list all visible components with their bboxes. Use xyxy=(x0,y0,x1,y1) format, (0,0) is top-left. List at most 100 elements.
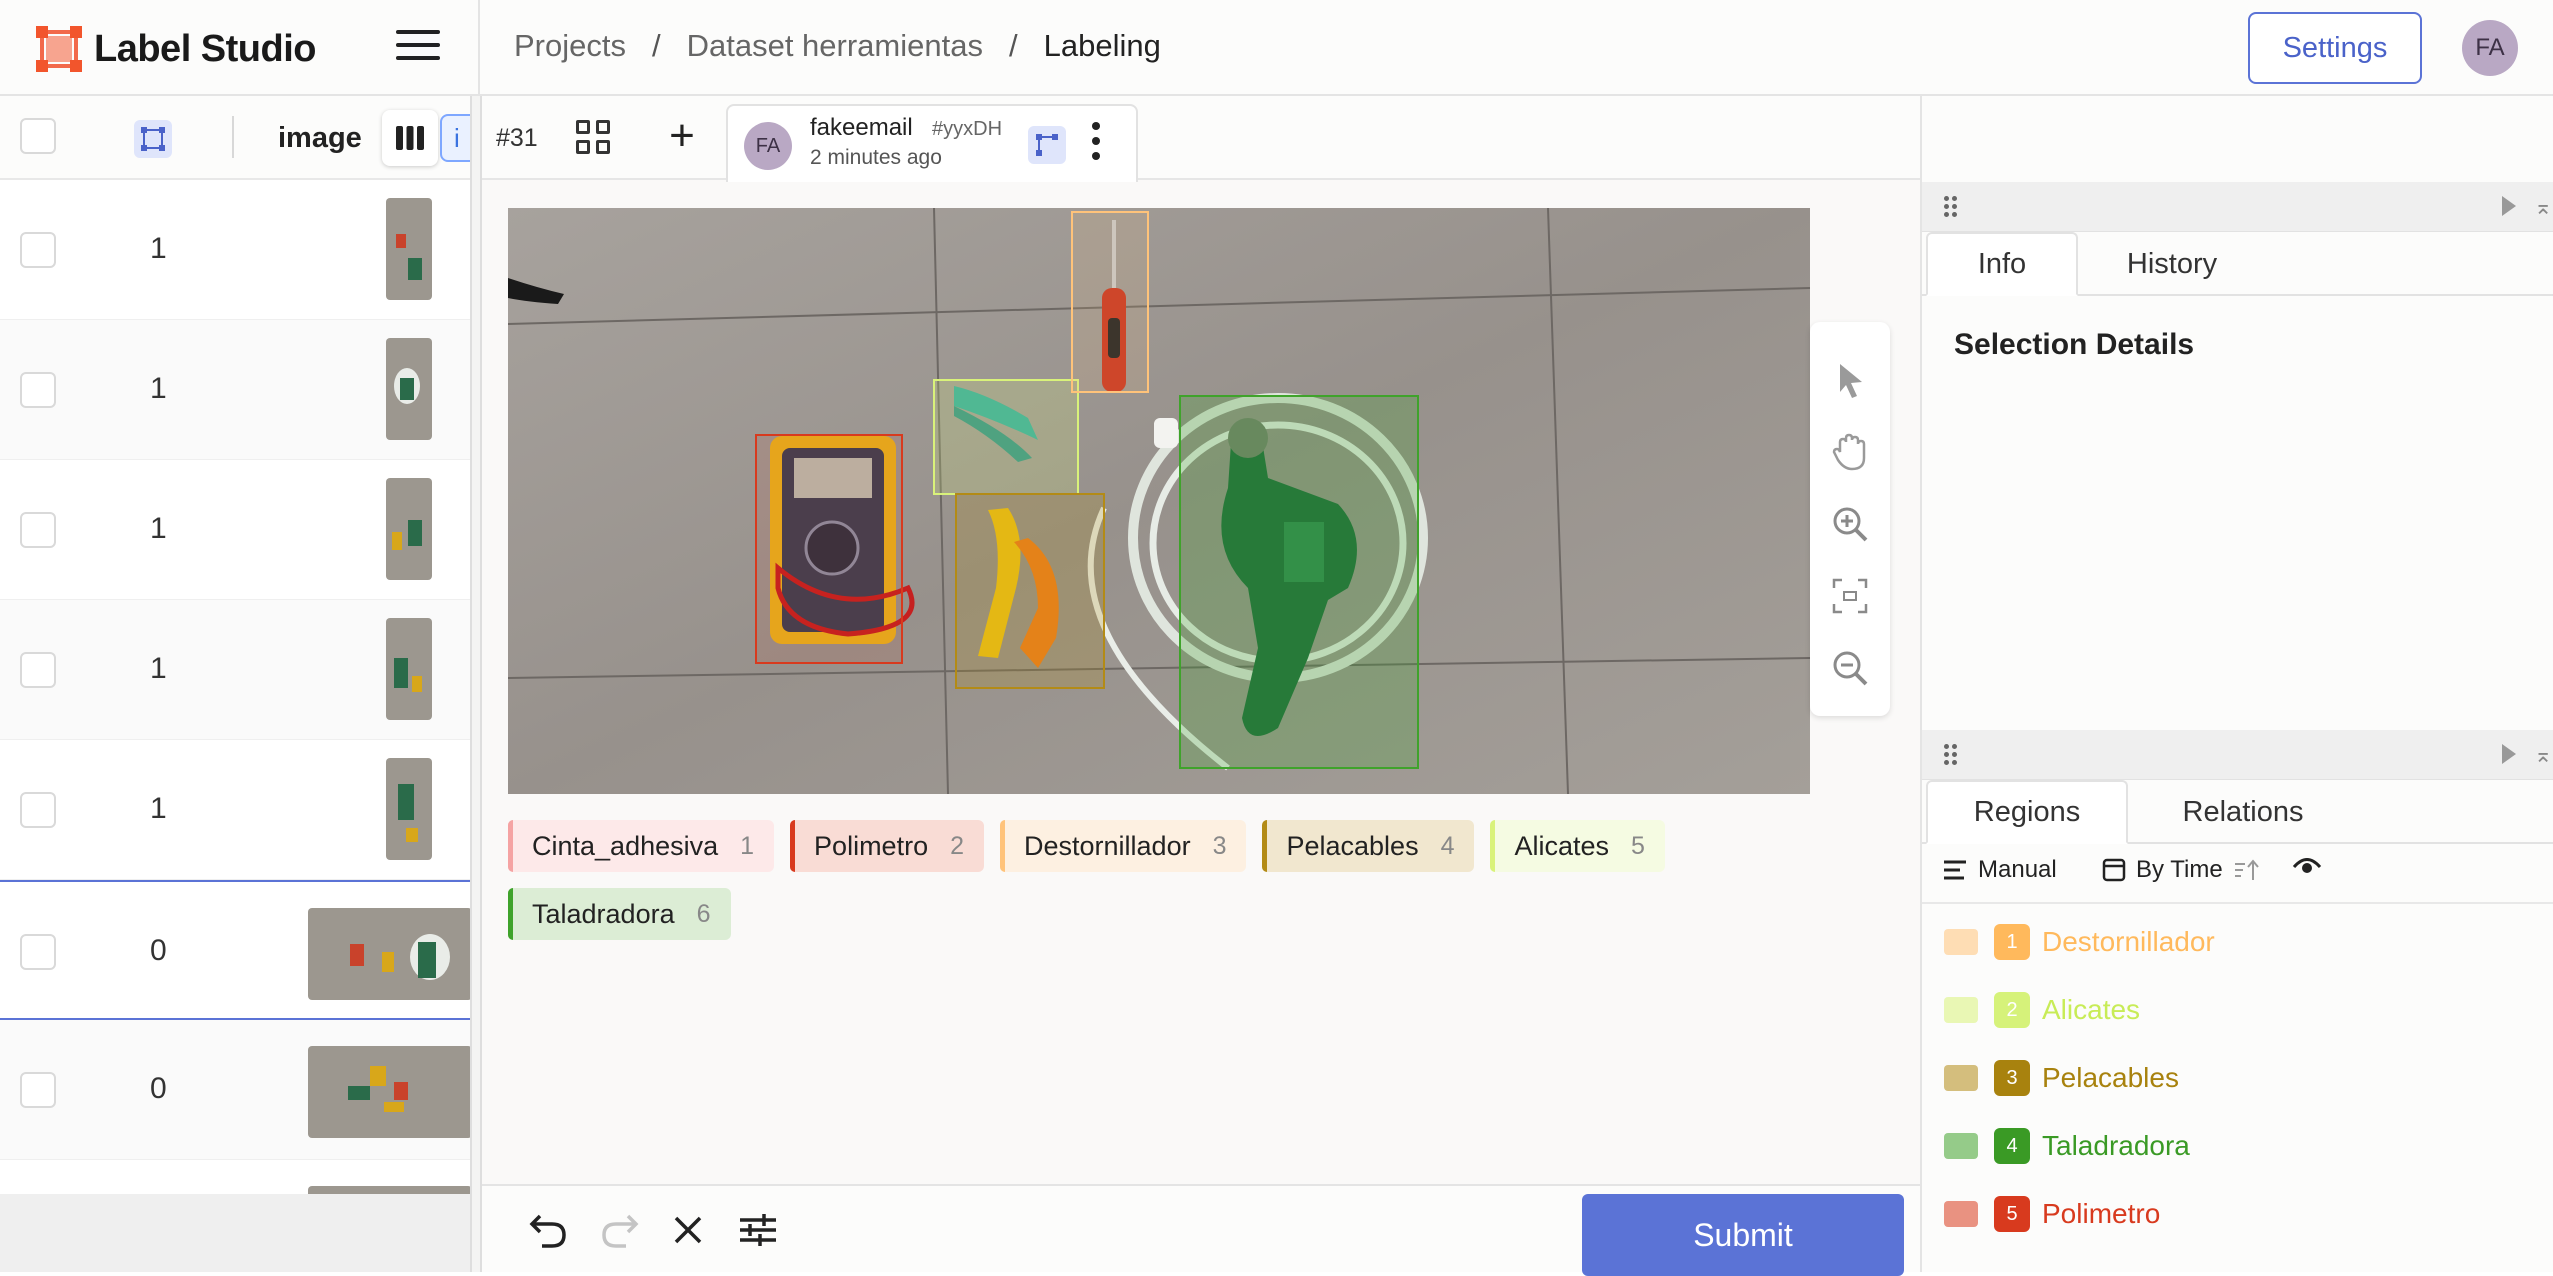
info-tabs: Info History xyxy=(1922,232,2553,296)
row-checkbox[interactable] xyxy=(20,232,56,268)
reset-close-icon[interactable] xyxy=(666,1208,710,1252)
zoom-out-icon[interactable] xyxy=(1830,648,1870,688)
label-taladradora[interactable]: Taladradora 6 xyxy=(508,888,731,940)
settings-sliders-icon[interactable] xyxy=(736,1208,780,1252)
tab-info[interactable]: Info xyxy=(1926,232,2078,296)
region-number: 5 xyxy=(1994,1196,2030,1232)
bottom-action-bar: Submit xyxy=(482,1184,1920,1276)
visibility-eye-icon[interactable] xyxy=(2292,856,2322,878)
hamburger-menu-icon[interactable] xyxy=(396,30,440,66)
regions-panel-grip[interactable]: ⌅ xyxy=(1922,730,2553,780)
row-checkbox[interactable] xyxy=(20,512,56,548)
task-row-selected[interactable]: 0 xyxy=(0,880,470,1020)
row-checkbox[interactable] xyxy=(20,934,56,970)
task-thumbnail xyxy=(386,758,432,860)
settings-button[interactable]: Settings xyxy=(2248,12,2422,84)
expand-panel-icon[interactable] xyxy=(2502,196,2516,216)
label-hotkey: 1 xyxy=(740,831,755,860)
labeling-area: #31 + FA fakeemail #yyxDH 2 minutes ago xyxy=(482,96,1920,1276)
region-item[interactable]: 4 Taladradora xyxy=(1944,1126,2190,1166)
row-checkbox[interactable] xyxy=(20,372,56,408)
label-polimetro[interactable]: Polimetro 2 xyxy=(790,820,984,872)
breadcrumb-dataset[interactable]: Dataset herramientas xyxy=(687,28,983,64)
breadcrumb: Projects / Dataset herramientas / Labeli… xyxy=(514,28,1161,64)
task-thumbnail xyxy=(386,198,432,300)
label-hotkey: 6 xyxy=(696,899,711,928)
label-alicates[interactable]: Alicates 5 xyxy=(1490,820,1665,872)
label-hotkey: 4 xyxy=(1440,831,1455,860)
row-checkbox[interactable] xyxy=(20,652,56,688)
list-view-toggle[interactable]: i xyxy=(440,114,470,162)
annotation-count: 1 xyxy=(150,372,167,405)
drag-handle-icon[interactable] xyxy=(1944,196,1958,218)
collapse-panel-icon[interactable]: ⌅ xyxy=(2534,742,2552,768)
bbox-pelacables[interactable] xyxy=(955,493,1105,689)
pan-hand-icon[interactable] xyxy=(1830,432,1870,472)
app-logo[interactable]: Label Studio xyxy=(36,26,317,72)
region-label: Polimetro xyxy=(2042,1198,2161,1229)
order-manual-button[interactable]: Manual xyxy=(1944,856,2057,884)
breadcrumb-projects[interactable]: Projects xyxy=(514,28,626,64)
task-thumbnail xyxy=(386,338,432,440)
region-item[interactable]: 2 Alicates xyxy=(1944,990,2140,1030)
region-item[interactable]: 3 Pelacables xyxy=(1944,1058,2179,1098)
info-panel-grip[interactable]: ⌅ xyxy=(1922,182,2553,232)
task-row[interactable]: 1 xyxy=(0,460,470,600)
tab-regions[interactable]: Regions xyxy=(1926,780,2128,844)
undo-icon[interactable] xyxy=(528,1208,572,1252)
bbox-destornillador[interactable] xyxy=(1071,211,1149,393)
sort-direction-icon[interactable] xyxy=(2233,858,2261,882)
task-row[interactable]: 1 xyxy=(0,740,470,880)
fit-to-screen-icon[interactable] xyxy=(1830,576,1870,616)
redo-icon[interactable] xyxy=(596,1208,640,1252)
image-canvas[interactable] xyxy=(508,208,1810,794)
submit-button[interactable]: Submit xyxy=(1582,1194,1904,1276)
bbox-alicates[interactable] xyxy=(933,379,1079,495)
label-pelacables[interactable]: Pelacables 4 xyxy=(1262,820,1475,872)
task-list-header: image i xyxy=(0,96,470,180)
panel-resize-handle[interactable] xyxy=(470,96,482,1272)
header-divider xyxy=(478,0,480,96)
label-name: Pelacables xyxy=(1286,830,1419,861)
tab-history[interactable]: History xyxy=(2082,232,2262,296)
task-row[interactable]: 1 xyxy=(0,600,470,740)
task-row[interactable]: 1 xyxy=(0,180,470,320)
task-id: #31 xyxy=(496,124,538,152)
select-all-checkbox[interactable] xyxy=(20,118,56,154)
add-annotation-icon[interactable]: + xyxy=(662,114,702,158)
expand-panel-icon[interactable] xyxy=(2502,744,2516,764)
select-cursor-icon[interactable] xyxy=(1830,360,1870,400)
label-studio-logo-icon xyxy=(36,26,82,72)
column-header-image[interactable]: image xyxy=(278,122,362,155)
grid-view-icon[interactable] xyxy=(574,118,614,158)
annotations-column-icon xyxy=(134,120,172,158)
row-checkbox[interactable] xyxy=(20,1072,56,1108)
task-thumbnail xyxy=(386,478,432,580)
zoom-in-icon[interactable] xyxy=(1830,504,1870,544)
breadcrumb-separator: / xyxy=(651,28,661,63)
user-avatar[interactable]: FA xyxy=(2462,20,2518,76)
bbox-polimetro[interactable] xyxy=(755,434,903,664)
annotation-tab[interactable]: FA fakeemail #yyxDH 2 minutes ago xyxy=(726,104,1138,182)
region-number: 2 xyxy=(1994,992,2030,1028)
annotation-count: 1 xyxy=(150,652,167,685)
region-item[interactable]: 5 Polimetro xyxy=(1944,1194,2160,1234)
task-list: image i 1 1 1 1 1 0 0 xyxy=(0,96,470,1272)
label-destornillador[interactable]: Destornillador 3 xyxy=(1000,820,1247,872)
label-name: Polimetro xyxy=(814,830,929,861)
collapse-panel-icon[interactable]: ⌅ xyxy=(2534,194,2552,220)
label-cinta-adhesiva[interactable]: Cinta_adhesiva 1 xyxy=(508,820,775,872)
task-row[interactable]: 1 xyxy=(0,320,470,460)
order-by-time-label: By Time xyxy=(2136,856,2223,883)
drag-handle-icon[interactable] xyxy=(1944,744,1958,766)
bbox-taladradora[interactable] xyxy=(1179,395,1419,769)
task-row[interactable]: 0 xyxy=(0,1020,470,1160)
row-checkbox[interactable] xyxy=(20,792,56,828)
tab-relations[interactable]: Relations xyxy=(2132,780,2354,844)
more-options-icon[interactable] xyxy=(1090,122,1102,166)
columns-view-icon[interactable] xyxy=(382,110,438,166)
order-by-time-button[interactable]: By Time xyxy=(2102,856,2261,884)
region-item[interactable]: 1 Destornillador xyxy=(1944,922,2215,962)
breadcrumb-separator: / xyxy=(1008,28,1018,63)
label-name: Taladradora xyxy=(532,898,675,929)
